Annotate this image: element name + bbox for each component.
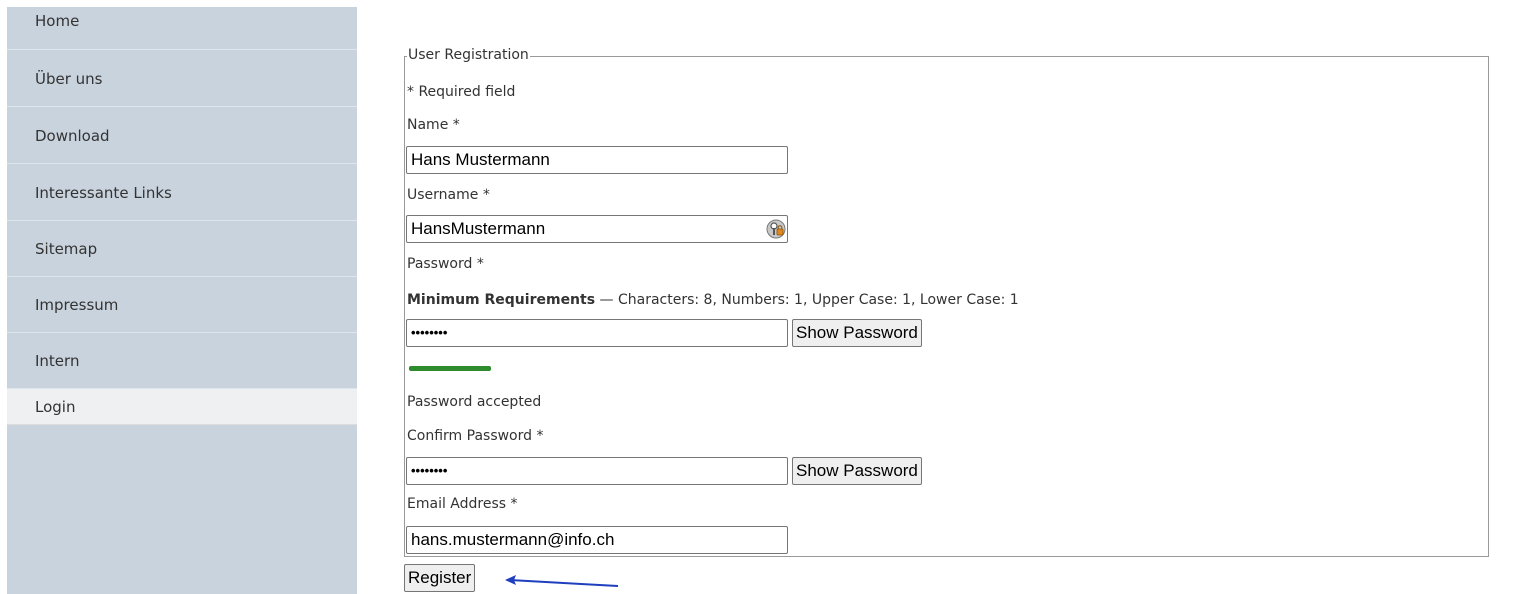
fieldset-legend: User Registration — [407, 47, 530, 64]
arrow-pointer-icon — [505, 575, 619, 587]
password-requirements-title: Minimum Requirements — [407, 292, 596, 308]
sidebar-item-label: Sitemap — [35, 240, 98, 258]
sidebar-item-login[interactable]: Login — [7, 389, 357, 425]
password-manager-key-icon[interactable] — [766, 219, 786, 239]
email-label: Email Address * — [407, 496, 518, 512]
password-label: Password * — [407, 256, 484, 272]
password-requirements: Minimum Requirements — Characters: 8, Nu… — [407, 292, 1019, 309]
sidebar-item-label: Impressum — [35, 296, 119, 314]
register-button[interactable]: Register — [404, 564, 476, 592]
username-label: Username * — [407, 187, 490, 203]
sidebar-item-label: Über uns — [35, 70, 103, 88]
sidebar-item-label: Download — [35, 127, 110, 145]
sidebar-item-label: Home — [35, 12, 80, 30]
sidebar-item-interessante-links[interactable]: Interessante Links — [7, 165, 357, 221]
sidebar-item-label: Interessante Links — [35, 184, 172, 202]
email-input[interactable]: hans.mustermann@info.ch — [406, 526, 788, 554]
name-input[interactable]: Hans Mustermann — [406, 146, 788, 174]
sidebar-item-home[interactable]: Home — [7, 7, 357, 50]
password-status: Password accepted — [407, 394, 542, 410]
name-label: Name * — [407, 117, 460, 133]
username-input[interactable]: HansMustermann — [406, 215, 788, 243]
confirm-password-input[interactable]: •••••••• — [406, 457, 788, 485]
page: Home Über uns Download Interessante Link… — [0, 0, 1525, 594]
password-input[interactable]: •••••••• — [406, 319, 788, 347]
confirm-password-label: Confirm Password * — [407, 428, 544, 444]
show-password-button[interactable]: Show Password — [792, 319, 922, 347]
sidebar-item-label: Intern — [35, 352, 80, 370]
password-strength-bar — [409, 366, 491, 371]
sidebar-item-download[interactable]: Download — [7, 108, 357, 164]
show-confirm-password-button[interactable]: Show Password — [792, 457, 922, 485]
sidebar-item-sitemap[interactable]: Sitemap — [7, 221, 357, 277]
sidebar-item-ueber-uns[interactable]: Über uns — [7, 51, 357, 107]
password-requirements-details: — Characters: 8, Numbers: 1, Upper Case:… — [595, 292, 1019, 308]
required-field-note: * Required field — [407, 84, 516, 100]
sidebar-item-impressum[interactable]: Impressum — [7, 277, 357, 333]
sidebar-item-label: Login — [35, 398, 76, 416]
sidebar-item-intern[interactable]: Intern — [7, 334, 357, 389]
sidebar-nav: Home Über uns Download Interessante Link… — [7, 7, 357, 594]
